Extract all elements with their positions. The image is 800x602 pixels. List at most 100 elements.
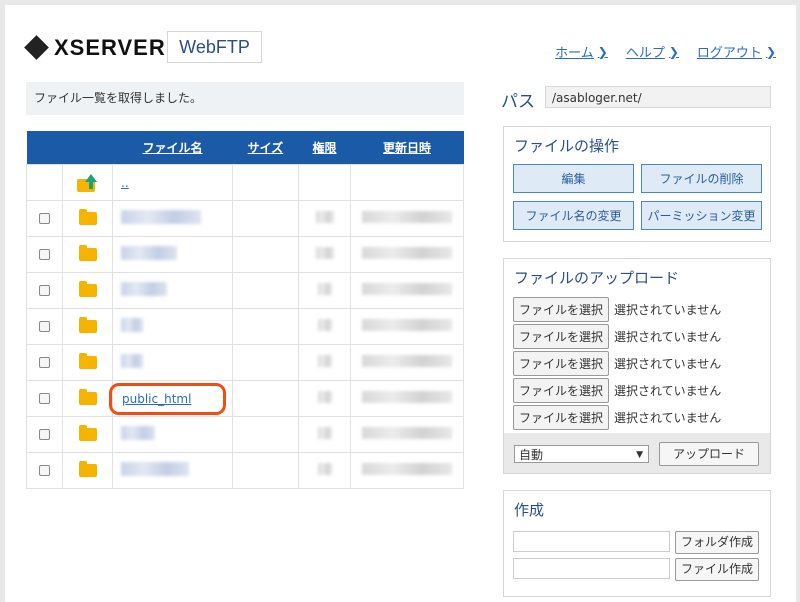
blurred-permission	[315, 247, 334, 259]
icon-cell	[62, 164, 113, 201]
dropdown-caret-icon: ▼	[636, 450, 643, 460]
chevron-right-icon: ❯	[597, 44, 608, 59]
folder-icon	[78, 353, 97, 369]
table-row	[26, 452, 464, 489]
nav-logout[interactable]: ログアウト ❯	[696, 42, 776, 62]
nav-help[interactable]: ヘルプ ❯	[625, 42, 679, 62]
blurred-date	[362, 283, 452, 295]
delete-file-button[interactable]: ファイルの削除	[641, 164, 762, 193]
no-file-selected: 選択されていません	[614, 384, 722, 398]
folder-icon	[78, 461, 97, 477]
blurred-permission	[317, 355, 332, 367]
blurred-permission	[317, 319, 332, 331]
nav-home[interactable]: ホーム ❯	[555, 42, 608, 62]
webftp-page: XSERVER WebFTP ホーム ❯ ヘルプ ❯ ログアウト ❯ ファイル一覧を取…	[5, 5, 796, 602]
folder-icon	[78, 389, 97, 405]
blurred-date	[362, 247, 452, 259]
row-checkbox[interactable]	[39, 213, 50, 224]
table-row	[26, 344, 464, 381]
blurred-date	[362, 463, 452, 475]
row-checkbox[interactable]	[39, 285, 50, 296]
blurred-filename[interactable]	[121, 318, 143, 332]
blurred-date	[362, 427, 452, 439]
row-checkbox[interactable]	[39, 357, 50, 368]
folder-icon	[78, 425, 97, 441]
public-html-link[interactable]: public_html	[122, 392, 191, 406]
choose-file-button[interactable]: ファイルを選択	[513, 297, 610, 322]
blurred-date	[362, 319, 452, 331]
upload-row: ファイルを選択 選択されていません	[513, 351, 721, 376]
row-checkbox[interactable]	[39, 465, 50, 476]
col-icon	[62, 131, 113, 165]
nav-help-label: ヘルプ	[625, 46, 665, 61]
blurred-permission	[317, 427, 332, 439]
blurred-permission	[317, 463, 332, 475]
edit-button[interactable]: 編集	[513, 164, 634, 193]
folder-icon	[78, 245, 97, 261]
upload-controls: 自動 ▼ アップロード	[504, 433, 770, 473]
folder-icon	[78, 281, 97, 297]
blurred-filename[interactable]	[121, 246, 177, 260]
choose-file-button[interactable]: ファイルを選択	[513, 405, 610, 430]
brand-name: XSERVER	[54, 35, 166, 60]
permission-button[interactable]: パーミッション変更	[641, 201, 762, 230]
status-message: ファイル一覧を取得しました。	[26, 82, 464, 115]
name-cell: ..	[112, 164, 233, 201]
blurred-filename[interactable]	[121, 462, 189, 476]
path-label: パス	[501, 92, 535, 112]
row-checkbox[interactable]	[39, 429, 50, 440]
mode-select[interactable]: 自動 ▼	[514, 445, 649, 463]
blurred-permission	[315, 211, 334, 223]
upload-row: ファイルを選択 選択されていません	[513, 324, 721, 349]
parent-folder-icon	[76, 173, 99, 192]
table-row	[26, 236, 464, 273]
no-file-selected: 選択されていません	[614, 303, 722, 317]
blurred-date	[362, 391, 452, 403]
path-display: /asabloger.net/	[545, 86, 771, 108]
folder-name-input[interactable]	[513, 531, 670, 552]
choose-file-button[interactable]: ファイルを選択	[513, 351, 610, 376]
folder-icon	[78, 317, 97, 333]
top-nav: ホーム ❯ ヘルプ ❯ ログアウト ❯	[555, 42, 776, 62]
row-checkbox[interactable]	[39, 321, 50, 332]
xserver-logo[interactable]: XSERVER	[24, 35, 166, 61]
choose-file-button[interactable]: ファイルを選択	[513, 378, 610, 403]
create-folder-button[interactable]: フォルダ作成	[675, 531, 759, 554]
file-name-input[interactable]	[513, 558, 670, 579]
upload-panel: ファイルのアップロード ファイルを選択 選択されていません ファイルを選択 選択され…	[503, 258, 771, 474]
col-permission[interactable]: 権限	[298, 131, 351, 165]
table-row	[26, 308, 464, 345]
table-row	[26, 200, 464, 237]
upload-button[interactable]: アップロード	[659, 442, 759, 466]
choose-file-button[interactable]: ファイルを選択	[513, 324, 610, 349]
col-filename[interactable]: ファイル名	[112, 131, 233, 165]
col-size[interactable]: サイズ	[232, 131, 299, 165]
upload-row: ファイルを選択 選択されていません	[513, 378, 721, 403]
create-title: 作成	[514, 501, 545, 519]
table-row	[26, 416, 464, 453]
checkbox-cell	[26, 164, 63, 201]
blurred-filename[interactable]	[121, 354, 143, 368]
rename-button[interactable]: ファイル名の変更	[513, 201, 634, 230]
table-row-parent: ..	[26, 164, 464, 201]
folder-icon	[78, 209, 97, 225]
nav-logout-label: ログアウト	[696, 46, 762, 61]
create-file-button[interactable]: ファイル作成	[675, 558, 759, 581]
parent-dir-link[interactable]: ..	[121, 176, 129, 190]
mode-select-value: 自動	[519, 448, 544, 462]
blurred-filename[interactable]	[121, 210, 201, 224]
row-checkbox[interactable]	[39, 393, 50, 404]
no-file-selected: 選択されていません	[614, 330, 722, 344]
table-row	[26, 272, 464, 309]
col-checkbox	[26, 131, 63, 165]
blurred-date	[362, 211, 452, 223]
operations-title: ファイルの操作	[514, 137, 620, 155]
col-modified[interactable]: 更新日時	[350, 131, 464, 165]
create-panel: 作成 フォルダ作成 ファイル作成	[503, 490, 771, 597]
blurred-date	[362, 355, 452, 367]
blurred-permission	[317, 391, 332, 403]
blurred-filename[interactable]	[121, 426, 155, 440]
no-file-selected: 選択されていません	[614, 411, 722, 425]
blurred-filename[interactable]	[121, 282, 167, 296]
row-checkbox[interactable]	[39, 249, 50, 260]
